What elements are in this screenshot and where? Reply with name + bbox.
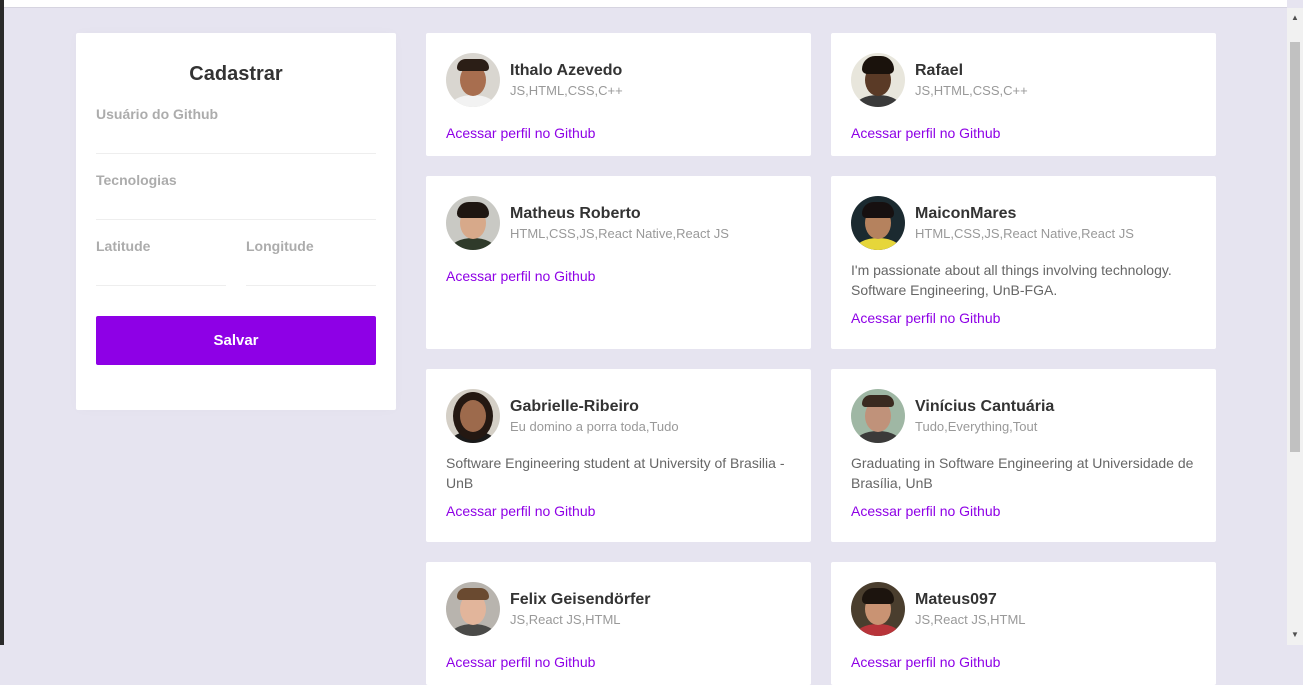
longitude-input[interactable]	[246, 254, 376, 286]
dev-techs: Tudo,Everything,Tout	[915, 419, 1038, 434]
avatar	[851, 389, 905, 443]
dev-techs: Eu domino a porra toda,Tudo	[510, 419, 679, 434]
github-username-field: Usuário do Github	[96, 106, 376, 154]
dev-header: Mateus097 JS,React JS,HTML	[851, 582, 1196, 636]
dev-techs: HTML,CSS,JS,React Native,React JS	[915, 226, 1134, 241]
dev-techs: JS,HTML,CSS,C++	[510, 83, 623, 98]
dev-info: MaiconMares HTML,CSS,JS,React Native,Rea…	[915, 205, 1134, 241]
avatar	[446, 389, 500, 443]
avatar	[446, 196, 500, 250]
dev-info: Rafael JS,HTML,CSS,C++	[915, 62, 1028, 98]
dev-header: Ithalo Azevedo JS,HTML,CSS,C++	[446, 53, 791, 107]
dev-info: Matheus Roberto HTML,CSS,JS,React Native…	[510, 205, 729, 241]
top-bar	[4, 0, 1287, 8]
avatar	[851, 53, 905, 107]
dev-bio: Software Engineering student at Universi…	[446, 455, 785, 491]
dev-info: Vinícius Cantuária Tudo,Everything,Tout	[915, 398, 1054, 434]
coordinates-row: Latitude Longitude	[96, 238, 376, 304]
github-profile-link[interactable]: Acessar perfil no Github	[851, 310, 1196, 326]
dev-card: Ithalo Azevedo JS,HTML,CSS,C++ Acessar p…	[426, 33, 811, 156]
dev-name: Vinícius Cantuária	[915, 398, 1055, 415]
form-title: Cadastrar	[189, 63, 283, 85]
avatar	[851, 196, 905, 250]
dev-card: MaiconMares HTML,CSS,JS,React Native,Rea…	[831, 176, 1216, 349]
avatar	[446, 582, 500, 636]
latitude-label: Latitude	[96, 238, 151, 254]
github-username-input[interactable]	[96, 122, 376, 154]
dev-header: Felix Geisendörfer JS,React JS,HTML	[446, 582, 791, 636]
dev-name: Ithalo Azevedo	[510, 62, 623, 79]
dev-info: Felix Geisendörfer JS,React JS,HTML	[510, 591, 651, 627]
dev-info: Mateus097 JS,React JS,HTML	[915, 591, 1026, 627]
dev-card: Felix Geisendörfer JS,React JS,HTML Aces…	[426, 562, 811, 685]
dev-info: Gabrielle-Ribeiro Eu domino a porra toda…	[510, 398, 679, 434]
dev-header: Rafael JS,HTML,CSS,C++	[851, 53, 1196, 107]
save-button[interactable]: Salvar	[96, 316, 376, 365]
dev-header: Matheus Roberto HTML,CSS,JS,React Native…	[446, 196, 791, 250]
dev-name: MaiconMares	[915, 205, 1017, 222]
longitude-label: Longitude	[246, 238, 314, 254]
techs-label: Tecnologias	[96, 172, 177, 188]
dev-name: Matheus Roberto	[510, 205, 641, 222]
dev-techs: JS,React JS,HTML	[915, 612, 1026, 627]
dev-card: Vinícius Cantuária Tudo,Everything,Tout …	[831, 369, 1216, 542]
longitude-field: Longitude	[246, 238, 376, 286]
dev-header: MaiconMares HTML,CSS,JS,React Native,Rea…	[851, 196, 1196, 250]
latitude-field: Latitude	[96, 238, 226, 286]
dev-card: Gabrielle-Ribeiro Eu domino a porra toda…	[426, 369, 811, 542]
dev-bio: I'm passionate about all things involvin…	[851, 262, 1172, 298]
register-form-card: Cadastrar Usuário do Github Tecnologias …	[76, 33, 396, 410]
dev-header: Gabrielle-Ribeiro Eu domino a porra toda…	[446, 389, 791, 443]
dev-name: Rafael	[915, 62, 964, 79]
github-profile-link[interactable]: Acessar perfil no Github	[446, 654, 791, 670]
dev-header: Vinícius Cantuária Tudo,Everything,Tout	[851, 389, 1196, 443]
github-profile-link[interactable]: Acessar perfil no Github	[851, 125, 1196, 141]
dev-info: Ithalo Azevedo JS,HTML,CSS,C++	[510, 62, 623, 98]
github-username-label: Usuário do Github	[96, 106, 219, 122]
window-edge	[0, 0, 4, 645]
scroll-down-arrow-icon[interactable]: ▼	[1287, 627, 1303, 643]
dev-bio: Graduating in Software Engineering at Un…	[851, 455, 1194, 491]
dev-techs: JS,React JS,HTML	[510, 612, 621, 627]
avatar	[446, 53, 500, 107]
dev-name: Mateus097	[915, 591, 997, 608]
dev-card: Mateus097 JS,React JS,HTML Acessar perfi…	[831, 562, 1216, 685]
scroll-up-arrow-icon[interactable]: ▲	[1287, 10, 1303, 26]
github-profile-link[interactable]: Acessar perfil no Github	[446, 268, 791, 284]
dev-name: Felix Geisendörfer	[510, 591, 651, 608]
dev-card: Matheus Roberto HTML,CSS,JS,React Native…	[426, 176, 811, 349]
dev-card: Rafael JS,HTML,CSS,C++ Acessar perfil no…	[831, 33, 1216, 156]
page-scrollbar[interactable]: ▲ ▼	[1287, 8, 1303, 645]
github-profile-link[interactable]: Acessar perfil no Github	[851, 654, 1196, 670]
dev-techs: JS,HTML,CSS,C++	[915, 83, 1028, 98]
github-profile-link[interactable]: Acessar perfil no Github	[446, 125, 791, 141]
avatar	[851, 582, 905, 636]
latitude-input[interactable]	[96, 254, 226, 286]
dev-name: Gabrielle-Ribeiro	[510, 398, 639, 415]
dev-techs: HTML,CSS,JS,React Native,React JS	[510, 226, 729, 241]
techs-input[interactable]	[96, 188, 376, 220]
techs-field: Tecnologias	[96, 172, 376, 220]
github-profile-link[interactable]: Acessar perfil no Github	[446, 503, 791, 519]
scrollbar-thumb[interactable]	[1290, 42, 1300, 452]
github-profile-link[interactable]: Acessar perfil no Github	[851, 503, 1196, 519]
